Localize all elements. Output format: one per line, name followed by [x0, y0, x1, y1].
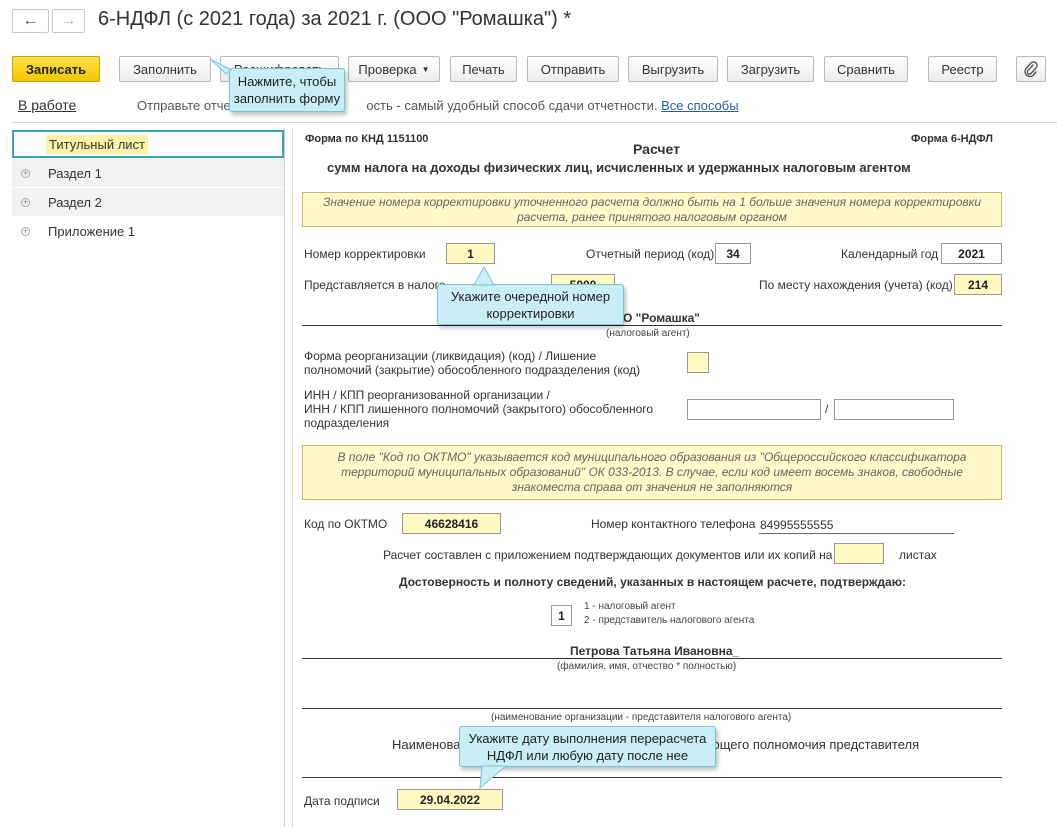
tree-item-title-page[interactable]: Титульный лист	[12, 130, 284, 158]
doc-label-right: ющего полномочия представителя	[710, 737, 920, 752]
status-state-link[interactable]: В работе	[18, 97, 76, 113]
tree-item-label: Раздел 1	[48, 165, 102, 181]
fill-button[interactable]: Заполнить	[119, 56, 211, 82]
tree-item-section-1[interactable]: + Раздел 1	[12, 159, 284, 187]
confirm-heading: Достоверность и полноту сведений, указан…	[399, 575, 906, 589]
tree-item-label: Приложение 1	[48, 223, 136, 239]
window-title: 6-НДФЛ (с 2021 года) за 2021 г. (ООО "Ро…	[98, 8, 572, 30]
send-button[interactable]: Отправить	[527, 56, 619, 82]
period-label: Отчетный период (код)	[586, 247, 715, 261]
compare-button[interactable]: Сравнить	[824, 56, 908, 82]
save-button[interactable]: Записать	[12, 56, 100, 82]
oktmo-field[interactable]: 46628416	[402, 513, 501, 534]
form-name: Форма 6-НДФЛ	[911, 133, 993, 145]
oktmo-label: Код по ОКТМО	[304, 517, 388, 531]
correction-tooltip: Укажите очередной номер корректировки	[437, 284, 624, 325]
tree-item-section-2[interactable]: + Раздел 2	[12, 188, 284, 216]
form-subtitle: сумм налога на доходы физических лиц, ис…	[327, 160, 911, 175]
inn-kpp-slash: /	[825, 402, 829, 416]
form-6ndfl: Форма по КНД 1151100 Форма 6-НДФЛ Расчет…	[292, 128, 1057, 827]
submitted-label: Представляется в налого	[304, 278, 446, 292]
back-button[interactable]: ←	[12, 9, 49, 33]
tree-item-label: Титульный лист	[46, 134, 149, 154]
org-line	[302, 325, 1002, 326]
signer-code-field[interactable]: 1	[551, 605, 572, 626]
arrow-left-icon: ←	[22, 12, 39, 29]
reorg-label-2: полномочий (закрытие) обособленного подр…	[304, 363, 641, 377]
knd-code: Форма по КНД 1151100	[305, 133, 429, 145]
inn-label-3: подразделения	[304, 416, 390, 430]
reorg-label-1: Форма реорганизации (ликвидация) (код) /…	[304, 349, 597, 363]
tooltip-pointer	[209, 58, 232, 75]
correction-label: Номер корректировки	[304, 247, 426, 261]
correction-note: Значение номера корректировки уточненног…	[302, 192, 1002, 227]
sheets-label: листах	[899, 548, 937, 562]
org-rep-caption: (наименование организации - представител…	[491, 712, 792, 723]
attach-button[interactable]	[1016, 56, 1046, 82]
signer-line	[302, 658, 1002, 659]
doc-label-left: Наименова	[392, 737, 461, 752]
agent-caption: (налоговый агент)	[606, 328, 690, 339]
print-button[interactable]: Печать	[450, 56, 517, 82]
phone-line	[759, 533, 954, 534]
signer-option-2: 2 - представитель налогового агента	[584, 615, 755, 626]
doc-line	[302, 777, 1002, 778]
toolbar-separator	[12, 122, 1057, 123]
export-button[interactable]: Выгрузить	[628, 56, 718, 82]
status-text-before: Отправьте отчет	[137, 98, 237, 113]
signer-option-1: 1 - налоговый агент	[584, 601, 676, 612]
arrow-right-icon: →	[60, 12, 77, 29]
form-title: Расчет	[633, 141, 680, 157]
registry-button[interactable]: Реестр	[928, 56, 997, 82]
kpp-field[interactable]	[834, 399, 954, 420]
date-tooltip: Укажите дату выполнения перерасчета НДФЛ…	[459, 726, 716, 767]
tooltip-pointer	[473, 266, 495, 286]
expand-icon[interactable]: +	[21, 197, 30, 207]
fill-tooltip: Нажмите, чтобы заполнить форму	[229, 68, 345, 112]
phone-label: Номер контактного телефона	[591, 517, 756, 531]
inn-label-1: ИНН / КПП реорганизованной организации /	[304, 388, 550, 402]
inn-field[interactable]	[687, 399, 821, 420]
signing-date-field[interactable]: 29.04.2022	[397, 789, 503, 810]
section-tree: Титульный лист + Раздел 1 + Раздел 2 + П…	[12, 128, 285, 827]
check-button[interactable]: Проверка ▼	[348, 56, 440, 82]
location-label: По месту нахождения (учета) (код)	[759, 278, 953, 292]
period-field[interactable]: 34	[715, 243, 751, 264]
status-message: Отправьте отчет ость - самый удобный спос…	[137, 98, 739, 113]
forward-button[interactable]: →	[52, 9, 85, 33]
check-button-label: Проверка	[358, 61, 417, 77]
org-rep-line	[302, 708, 1002, 709]
year-label: Календарный год	[841, 247, 939, 261]
correction-number-field[interactable]: 1	[446, 243, 495, 264]
fio-caption: (фамилия, имя, отчество * полностью)	[557, 661, 737, 672]
expand-icon[interactable]: +	[21, 226, 30, 236]
import-button[interactable]: Загрузить	[727, 56, 814, 82]
tooltip-pointer	[479, 765, 508, 790]
signer-name[interactable]: Петрова Татьяна Ивановна_	[570, 644, 739, 658]
caret-down-icon: ▼	[421, 64, 430, 74]
status-text-mid: ость - самый удобный способ сдачи отчетн…	[366, 98, 658, 113]
location-field[interactable]: 214	[954, 274, 1002, 295]
year-field[interactable]: 2021	[941, 243, 1002, 264]
sheets-field[interactable]	[834, 543, 884, 564]
inn-label-2: ИНН / КПП лишенного полномочий (закрытог…	[304, 402, 654, 416]
oktmo-note: В поле "Код по ОКТМО" указывается код му…	[302, 445, 1002, 500]
reorg-field[interactable]	[687, 352, 709, 373]
tree-item-label: Раздел 2	[48, 194, 102, 210]
date-label: Дата подписи	[304, 794, 380, 808]
org-name: О "Ромашка"	[623, 311, 700, 325]
attach-label: Расчет составлен с приложением подтвержд…	[383, 548, 833, 562]
paperclip-icon	[1024, 61, 1038, 77]
tree-item-appendix-1[interactable]: + Приложение 1	[12, 217, 284, 245]
all-methods-link[interactable]: Все способы	[661, 98, 738, 113]
phone-value[interactable]: 84995555555	[760, 518, 833, 532]
expand-icon[interactable]: +	[21, 168, 30, 178]
